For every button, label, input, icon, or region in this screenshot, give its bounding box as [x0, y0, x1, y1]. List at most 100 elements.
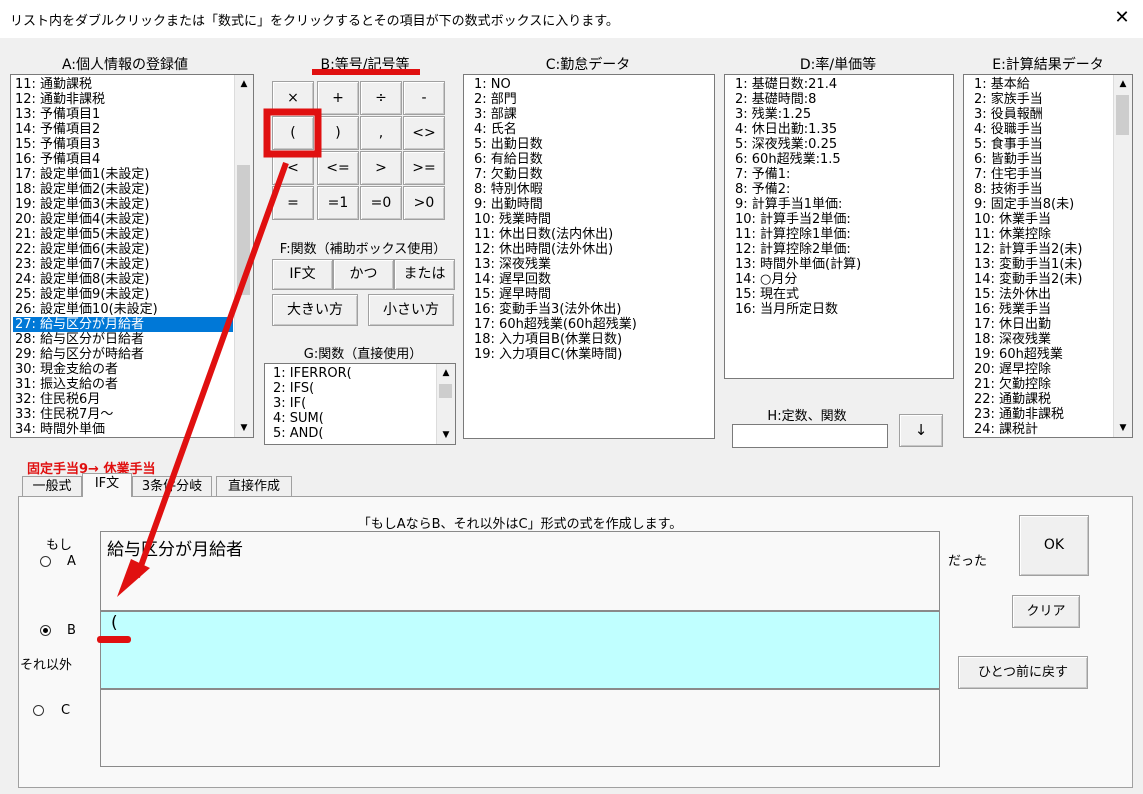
min-button[interactable]: 小さい方 [368, 294, 454, 326]
list-a-item[interactable]: 15: 予備項目3 [13, 137, 233, 152]
list-a-item[interactable]: 27: 給与区分が月給者 [13, 317, 233, 332]
list-a-item[interactable]: 24: 設定単価8(未設定) [13, 272, 233, 287]
list-d-item[interactable]: 13: 時間外単価(計算) [733, 257, 861, 272]
list-d-item[interactable]: 6: 60h超残業:1.5 [733, 152, 861, 167]
list-d-item[interactable]: 15: 現在式 [733, 287, 861, 302]
list-d-item[interactable]: 1: 基礎日数:21.4 [733, 77, 861, 92]
list-g-item[interactable]: 5: AND( [271, 426, 352, 441]
list-d-item[interactable]: 7: 予備1: [733, 167, 861, 182]
list-g-item[interactable]: 2: IFS( [271, 381, 352, 396]
clear-button[interactable]: クリア [1012, 595, 1080, 628]
open-paren-button[interactable]: ( [272, 116, 314, 150]
list-e-item[interactable]: 14: 変動手当2(未) [972, 272, 1082, 287]
radio-a[interactable] [40, 556, 51, 567]
list-d-item[interactable]: 2: 基礎時間:8 [733, 92, 861, 107]
list-a-item[interactable]: 34: 時間外単価 [13, 422, 233, 437]
list-a-item[interactable]: 26: 設定単価10(未設定) [13, 302, 233, 317]
list-g-item[interactable]: 1: IFERROR( [271, 366, 352, 381]
tab-three-condition[interactable]: 3条件分岐 [132, 476, 212, 496]
equal-zero-button[interactable]: =0 [360, 186, 402, 220]
scroll-down-icon[interactable]: ▼ [437, 426, 455, 444]
list-e-item[interactable]: 7: 住宅手当 [972, 167, 1082, 182]
divide-button[interactable]: ÷ [360, 81, 402, 115]
list-a-item[interactable]: 19: 設定単価3(未設定) [13, 197, 233, 212]
list-c[interactable]: 1: NO 2: 部門 3: 部課 4: 氏名 5: 出勤日数 6: 有給日数 7: 欠勤日… [463, 74, 715, 439]
list-d-item[interactable]: 3: 残業:1.25 [733, 107, 861, 122]
list-a-item[interactable]: 14: 予備項目2 [13, 122, 233, 137]
list-c-item[interactable]: 19: 入力項目C(休業時間) [472, 347, 637, 362]
list-c-item[interactable]: 14: 遅早回数 [472, 272, 637, 287]
list-a-item[interactable]: 17: 設定単価1(未設定) [13, 167, 233, 182]
list-c-item[interactable]: 11: 休出日数(法内休出) [472, 227, 637, 242]
list-g-item[interactable]: 3: IF( [271, 396, 352, 411]
list-e[interactable]: 1: 基本給 2: 家族手当 3: 役員報酬 4: 役職手当 5: 食事手当 6: 皆勤手… [963, 74, 1133, 438]
list-c-item[interactable]: 15: 遅早時間 [472, 287, 637, 302]
list-c-item[interactable]: 10: 残業時間 [472, 212, 637, 227]
list-d-item[interactable]: 4: 休日出勤:1.35 [733, 122, 861, 137]
list-c-item[interactable]: 18: 入力項目B(休業日数) [472, 332, 637, 347]
not-equal-button[interactable]: <> [403, 116, 445, 150]
plus-button[interactable]: + [317, 81, 359, 115]
list-a[interactable]: 11: 通勤課税 12: 通勤非課税 13: 予備項目1 14: 予備項目2 15: 予… [10, 74, 254, 438]
list-e-item[interactable]: 15: 法外休出 [972, 287, 1082, 302]
list-e-item[interactable]: 12: 計算手当2(未) [972, 242, 1082, 257]
list-d-item[interactable]: 9: 計算手当1単価: [733, 197, 861, 212]
list-e-item[interactable]: 1: 基本給 [972, 77, 1082, 92]
list-e-item[interactable]: 19: 60h超残業 [972, 347, 1082, 362]
scroll-up-icon[interactable]: ▲ [437, 364, 455, 382]
list-e-item[interactable]: 13: 変動手当1(未) [972, 257, 1082, 272]
list-d-item[interactable]: 14: ○月分 [733, 272, 861, 287]
list-c-item[interactable]: 3: 部課 [472, 107, 637, 122]
and-button[interactable]: かつ [333, 259, 394, 290]
scroll-up-icon[interactable]: ▲ [235, 75, 253, 93]
list-d-item[interactable]: 8: 予備2: [733, 182, 861, 197]
list-c-item[interactable]: 1: NO [472, 77, 637, 92]
list-a-item[interactable]: 22: 設定単価6(未設定) [13, 242, 233, 257]
list-e-item[interactable]: 11: 休業控除 [972, 227, 1082, 242]
undo-button[interactable]: ひとつ前に戻す [958, 656, 1088, 689]
condition-a-box[interactable]: 給与区分が月給者 [100, 531, 940, 611]
list-g-scrollbar[interactable]: ▲ ▼ [436, 364, 455, 444]
list-d-item[interactable]: 11: 計算控除1単価: [733, 227, 861, 242]
list-a-item[interactable]: 23: 設定単価7(未設定) [13, 257, 233, 272]
list-e-item[interactable]: 5: 食事手当 [972, 137, 1082, 152]
list-c-item[interactable]: 6: 有給日数 [472, 152, 637, 167]
list-c-item[interactable]: 4: 氏名 [472, 122, 637, 137]
list-a-item[interactable]: 33: 住民税7月～ [13, 407, 233, 422]
scroll-down-icon[interactable]: ▼ [1114, 419, 1132, 437]
result-c-box[interactable] [100, 689, 940, 767]
constant-input[interactable] [732, 424, 888, 448]
if-button[interactable]: IF文 [272, 259, 333, 290]
list-c-item[interactable]: 13: 深夜残業 [472, 257, 637, 272]
tab-general[interactable]: 一般式 [22, 476, 82, 496]
list-a-item[interactable]: 30: 現金支給の者 [13, 362, 233, 377]
list-e-item[interactable]: 3: 役員報酬 [972, 107, 1082, 122]
radio-b[interactable] [40, 625, 51, 636]
list-e-item[interactable]: 17: 休日出勤 [972, 317, 1082, 332]
greater-than-button[interactable]: > [360, 151, 402, 185]
list-e-item[interactable]: 9: 固定手当8(未) [972, 197, 1082, 212]
insert-down-button[interactable]: ↓ [899, 414, 943, 447]
list-g[interactable]: 1: IFERROR(2: IFS(3: IF(4: SUM(5: AND( ▲… [264, 363, 456, 445]
list-c-item[interactable]: 7: 欠勤日数 [472, 167, 637, 182]
minus-button[interactable]: - [403, 81, 445, 115]
list-a-item[interactable]: 16: 予備項目4 [13, 152, 233, 167]
list-d-item[interactable]: 5: 深夜残業:0.25 [733, 137, 861, 152]
list-d[interactable]: 1: 基礎日数:21.4 2: 基礎時間:8 3: 残業:1.25 4: 休日出勤:1… [724, 74, 954, 379]
list-a-item[interactable]: 21: 設定単価5(未設定) [13, 227, 233, 242]
comma-button[interactable]: , [360, 116, 402, 150]
multiply-button[interactable]: × [272, 81, 314, 115]
tab-direct[interactable]: 直接作成 [216, 476, 292, 496]
list-a-item[interactable]: 18: 設定単価2(未設定) [13, 182, 233, 197]
list-a-item[interactable]: 25: 設定単価9(未設定) [13, 287, 233, 302]
radio-c[interactable] [33, 705, 44, 716]
tab-if[interactable]: IF文 [82, 473, 132, 497]
list-e-item[interactable]: 4: 役職手当 [972, 122, 1082, 137]
list-d-item[interactable]: 12: 計算控除2単価: [733, 242, 861, 257]
list-a-item[interactable]: 11: 通勤課税 [13, 77, 233, 92]
equal-button[interactable]: = [272, 186, 314, 220]
list-d-item[interactable]: 16: 当月所定日数 [733, 302, 861, 317]
equal-one-button[interactable]: =1 [317, 186, 359, 220]
list-a-item[interactable]: 28: 給与区分が日給者 [13, 332, 233, 347]
list-c-item[interactable]: 17: 60h超残業(60h超残業) [472, 317, 637, 332]
